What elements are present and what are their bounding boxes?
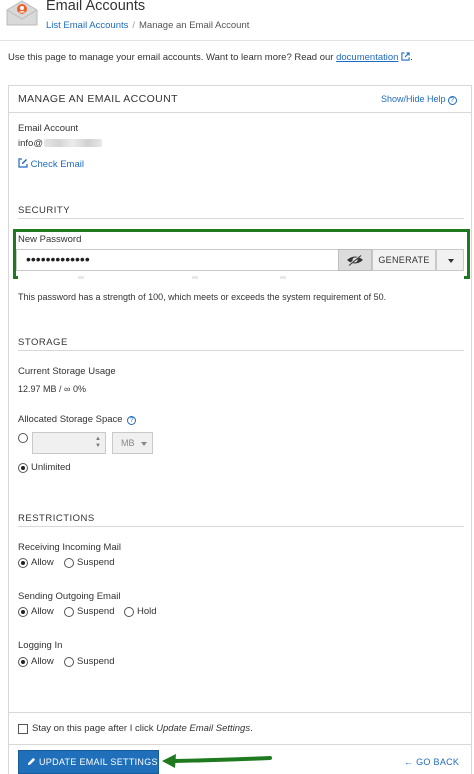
restrictions-section-title: RESTRICTIONS (18, 513, 95, 524)
breadcrumb-separator: / (132, 20, 136, 31)
check-email-label[interactable]: Check Email (31, 159, 84, 170)
panel-title: MANAGE AN EMAIL ACCOUNT (18, 93, 178, 105)
outgoing-allow-option[interactable]: Allow (18, 606, 54, 617)
password-strength-meter (18, 276, 464, 279)
footer-divider (9, 744, 471, 745)
unlimited-radio-option[interactable]: Unlimited (18, 462, 71, 473)
email-account-value: info@ (18, 138, 102, 149)
generate-password-button[interactable]: GENERATE (372, 249, 436, 271)
security-section-title: SECURITY (18, 205, 71, 216)
current-storage-usage-label: Current Storage Usage (18, 366, 116, 377)
password-strength-text: This password has a strength of 100, whi… (18, 292, 387, 302)
incoming-suspend-radio[interactable] (64, 557, 74, 568)
documentation-link[interactable]: documentation (336, 52, 398, 63)
check-email-link[interactable]: Check Email (18, 158, 84, 170)
restrictions-divider (18, 526, 464, 527)
outgoing-suspend-label: Suspend (77, 606, 115, 617)
outgoing-email-label: Sending Outgoing Email (18, 591, 121, 602)
outgoing-hold-radio[interactable] (124, 606, 134, 617)
outgoing-suspend-radio[interactable] (64, 606, 74, 617)
allocated-storage-label-text: Allocated Storage Space (18, 414, 123, 425)
stay-suffix: . (250, 723, 253, 734)
eye-slash-icon (347, 254, 363, 266)
allocated-storage-label: Allocated Storage Space ? (18, 414, 137, 425)
outgoing-allow-radio[interactable] (18, 606, 28, 617)
go-back-label[interactable]: GO BACK (416, 757, 459, 767)
email-account-label: Email Account (18, 123, 79, 134)
incoming-allow-label: Allow (31, 557, 54, 568)
outgoing-allow-label: Allow (31, 606, 54, 617)
new-password-label: New Password (18, 234, 82, 245)
unlimited-label: Unlimited (31, 462, 71, 473)
login-suspend-label: Suspend (77, 656, 115, 667)
incoming-suspend-label: Suspend (77, 557, 115, 568)
update-email-settings-button[interactable]: UPDATE EMAIL SETTINGS (18, 750, 159, 774)
stay-emphasis: Update Email Settings (156, 723, 251, 734)
intro-text-body: Use this page to manage your email accou… (8, 52, 334, 63)
incoming-mail-label: Receiving Incoming Mail (18, 542, 121, 553)
breadcrumb-current: Manage an Email Account (139, 20, 250, 31)
new-password-input[interactable]: ••••••••••••• (16, 249, 339, 271)
login-allow-radio[interactable] (18, 656, 28, 667)
header-divider (0, 40, 474, 41)
login-suspend-option[interactable]: Suspend (64, 656, 115, 667)
outgoing-suspend-option[interactable]: Suspend (64, 606, 115, 617)
arrow-left-icon: ← (404, 757, 414, 767)
unlimited-radio[interactable] (18, 462, 28, 473)
show-hide-help-label[interactable]: Show/Hide Help (381, 94, 446, 104)
outgoing-hold-option[interactable]: Hold (124, 606, 157, 617)
incoming-suspend-option[interactable]: Suspend (64, 557, 115, 568)
login-allow-label: Allow (31, 656, 54, 667)
incoming-allow-radio[interactable] (18, 557, 28, 568)
stay-on-page-label: Stay on this page after I click Update E… (32, 723, 253, 734)
external-link-icon (401, 52, 410, 61)
page-title: Email Accounts (46, 0, 146, 14)
breadcrumb: List Email Accounts / Manage an Email Acco… (46, 20, 249, 31)
quota-unit-select[interactable]: MB (112, 432, 153, 454)
annotation-arrow-icon (162, 754, 272, 768)
question-circle-icon[interactable]: ? (447, 96, 457, 105)
generate-options-dropdown[interactable] (436, 249, 464, 271)
storage-section-title: STORAGE (18, 337, 68, 348)
manage-account-panel (8, 85, 472, 774)
quota-spinner[interactable]: ▲ ▼ (94, 436, 102, 450)
storage-divider (18, 350, 464, 351)
login-allow-option[interactable]: Allow (18, 656, 54, 667)
go-back-link[interactable]: ← GO BACK (404, 757, 459, 767)
email-account-prefix: info@ (18, 138, 43, 149)
edit-icon (18, 158, 28, 168)
email-accounts-logo-icon (6, 0, 38, 26)
allocated-storage-help-icon[interactable]: ? (127, 416, 137, 425)
intro-text: Use this page to manage your email accou… (8, 52, 413, 63)
security-divider (18, 218, 464, 219)
update-email-settings-label[interactable]: UPDATE EMAIL SETTINGS (39, 757, 158, 767)
toggle-password-visibility-button[interactable] (338, 249, 372, 271)
current-storage-usage-value: 12.97 MB / ∞ 0% (18, 384, 86, 394)
logging-in-label: Logging In (18, 640, 63, 651)
footer-top-divider (9, 712, 471, 713)
redacted-domain (43, 139, 102, 147)
stay-on-page-checkbox[interactable] (18, 724, 28, 734)
login-suspend-radio[interactable] (64, 656, 74, 667)
quota-radio[interactable] (18, 433, 28, 443)
quota-radio-option[interactable] (18, 433, 28, 446)
show-hide-help-link[interactable]: Show/Hide Help? (381, 94, 457, 105)
breadcrumb-list-email-accounts[interactable]: List Email Accounts (46, 20, 128, 31)
pencil-icon (27, 757, 36, 766)
intro-suffix: . (410, 52, 413, 63)
outgoing-hold-label: Hold (137, 606, 157, 617)
incoming-allow-option[interactable]: Allow (18, 557, 54, 568)
stay-prefix: Stay on this page after I click (32, 723, 157, 734)
